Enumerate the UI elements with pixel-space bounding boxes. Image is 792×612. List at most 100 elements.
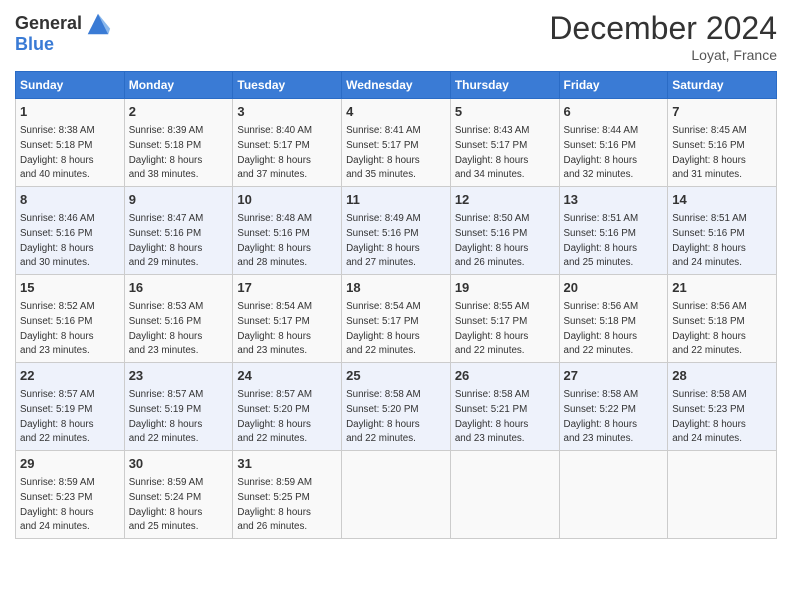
cell-line: Daylight: 8 hours	[20, 331, 94, 342]
cell-line: Sunrise: 8:57 AM	[20, 389, 95, 400]
day-number: 2	[129, 103, 229, 121]
weekday-header: Sunday	[16, 72, 125, 99]
cell-line: Sunset: 5:17 PM	[237, 316, 309, 327]
cell-line: and 35 minutes.	[346, 169, 416, 180]
cell-line: Sunset: 5:23 PM	[20, 492, 92, 503]
calendar-cell: 21Sunrise: 8:56 AMSunset: 5:18 PMDayligh…	[668, 275, 777, 363]
day-number: 24	[237, 367, 337, 385]
cell-line: Daylight: 8 hours	[237, 507, 311, 518]
cell-line: Sunset: 5:18 PM	[564, 316, 636, 327]
title-block: December 2024 Loyat, France	[549, 10, 777, 63]
cell-line: Sunset: 5:16 PM	[455, 228, 527, 239]
cell-line: Daylight: 8 hours	[455, 419, 529, 430]
cell-line: and 24 minutes.	[672, 257, 742, 268]
cell-line: Sunrise: 8:57 AM	[237, 389, 312, 400]
cell-line: Daylight: 8 hours	[129, 507, 203, 518]
cell-line: Daylight: 8 hours	[564, 419, 638, 430]
day-number: 9	[129, 191, 229, 209]
cell-line: and 23 minutes.	[455, 433, 525, 444]
cell-line: and 25 minutes.	[564, 257, 634, 268]
cell-line: and 26 minutes.	[455, 257, 525, 268]
calendar-cell: 9Sunrise: 8:47 AMSunset: 5:16 PMDaylight…	[124, 187, 233, 275]
day-number: 15	[20, 279, 120, 297]
cell-line: Sunrise: 8:43 AM	[455, 125, 530, 136]
cell-line: Daylight: 8 hours	[455, 243, 529, 254]
cell-line: and 23 minutes.	[564, 433, 634, 444]
cell-line: Daylight: 8 hours	[564, 331, 638, 342]
calendar-cell	[342, 451, 451, 539]
day-number: 25	[346, 367, 446, 385]
calendar-cell: 17Sunrise: 8:54 AMSunset: 5:17 PMDayligh…	[233, 275, 342, 363]
weekday-header: Wednesday	[342, 72, 451, 99]
day-number: 18	[346, 279, 446, 297]
cell-line: and 28 minutes.	[237, 257, 307, 268]
cell-line: Sunset: 5:17 PM	[237, 140, 309, 151]
cell-line: Sunrise: 8:57 AM	[129, 389, 204, 400]
cell-line: and 40 minutes.	[20, 169, 90, 180]
cell-line: Sunrise: 8:54 AM	[237, 301, 312, 312]
cell-line: Sunset: 5:16 PM	[672, 140, 744, 151]
day-number: 11	[346, 191, 446, 209]
cell-line: Daylight: 8 hours	[237, 155, 311, 166]
day-number: 22	[20, 367, 120, 385]
day-number: 6	[564, 103, 664, 121]
cell-line: and 32 minutes.	[564, 169, 634, 180]
calendar-week-row: 8Sunrise: 8:46 AMSunset: 5:16 PMDaylight…	[16, 187, 777, 275]
day-number: 16	[129, 279, 229, 297]
day-number: 30	[129, 455, 229, 473]
logo: General Blue	[15, 10, 112, 55]
cell-line: Daylight: 8 hours	[672, 155, 746, 166]
cell-line: and 22 minutes.	[346, 433, 416, 444]
cell-line: Sunset: 5:16 PM	[564, 140, 636, 151]
cell-line: Sunrise: 8:49 AM	[346, 213, 421, 224]
cell-line: Daylight: 8 hours	[672, 243, 746, 254]
cell-line: Daylight: 8 hours	[20, 419, 94, 430]
cell-line: and 26 minutes.	[237, 521, 307, 532]
cell-line: Sunrise: 8:39 AM	[129, 125, 204, 136]
day-number: 17	[237, 279, 337, 297]
calendar-cell: 25Sunrise: 8:58 AMSunset: 5:20 PMDayligh…	[342, 363, 451, 451]
header-row: SundayMondayTuesdayWednesdayThursdayFrid…	[16, 72, 777, 99]
calendar-cell: 20Sunrise: 8:56 AMSunset: 5:18 PMDayligh…	[559, 275, 668, 363]
cell-line: Sunrise: 8:56 AM	[564, 301, 639, 312]
cell-line: Daylight: 8 hours	[129, 331, 203, 342]
calendar-cell	[450, 451, 559, 539]
cell-line: Sunset: 5:21 PM	[455, 404, 527, 415]
weekday-header: Friday	[559, 72, 668, 99]
cell-line: and 22 minutes.	[129, 433, 199, 444]
cell-line: Daylight: 8 hours	[672, 331, 746, 342]
calendar-cell: 4Sunrise: 8:41 AMSunset: 5:17 PMDaylight…	[342, 99, 451, 187]
cell-line: Sunrise: 8:44 AM	[564, 125, 639, 136]
cell-line: and 23 minutes.	[20, 345, 90, 356]
calendar-cell: 28Sunrise: 8:58 AMSunset: 5:23 PMDayligh…	[668, 363, 777, 451]
cell-line: Sunrise: 8:47 AM	[129, 213, 204, 224]
cell-line: Sunrise: 8:59 AM	[237, 477, 312, 488]
cell-line: Daylight: 8 hours	[237, 243, 311, 254]
logo-general: General	[15, 13, 82, 33]
weekday-header: Thursday	[450, 72, 559, 99]
cell-line: Sunset: 5:17 PM	[346, 140, 418, 151]
day-number: 31	[237, 455, 337, 473]
cell-line: and 22 minutes.	[455, 345, 525, 356]
cell-line: and 23 minutes.	[129, 345, 199, 356]
calendar-cell: 5Sunrise: 8:43 AMSunset: 5:17 PMDaylight…	[450, 99, 559, 187]
cell-line: Sunrise: 8:51 AM	[564, 213, 639, 224]
cell-line: and 22 minutes.	[564, 345, 634, 356]
cell-line: Sunset: 5:16 PM	[129, 316, 201, 327]
cell-line: Sunrise: 8:54 AM	[346, 301, 421, 312]
calendar-cell: 27Sunrise: 8:58 AMSunset: 5:22 PMDayligh…	[559, 363, 668, 451]
cell-line: Sunset: 5:18 PM	[672, 316, 744, 327]
day-number: 8	[20, 191, 120, 209]
calendar-week-row: 1Sunrise: 8:38 AMSunset: 5:18 PMDaylight…	[16, 99, 777, 187]
cell-line: Daylight: 8 hours	[564, 243, 638, 254]
calendar-cell: 13Sunrise: 8:51 AMSunset: 5:16 PMDayligh…	[559, 187, 668, 275]
calendar-table: SundayMondayTuesdayWednesdayThursdayFrid…	[15, 71, 777, 539]
cell-line: Sunset: 5:16 PM	[237, 228, 309, 239]
day-number: 7	[672, 103, 772, 121]
cell-line: Sunrise: 8:53 AM	[129, 301, 204, 312]
calendar-cell: 2Sunrise: 8:39 AMSunset: 5:18 PMDaylight…	[124, 99, 233, 187]
day-number: 23	[129, 367, 229, 385]
cell-line: Sunset: 5:23 PM	[672, 404, 744, 415]
calendar-cell: 29Sunrise: 8:59 AMSunset: 5:23 PMDayligh…	[16, 451, 125, 539]
calendar-cell	[559, 451, 668, 539]
